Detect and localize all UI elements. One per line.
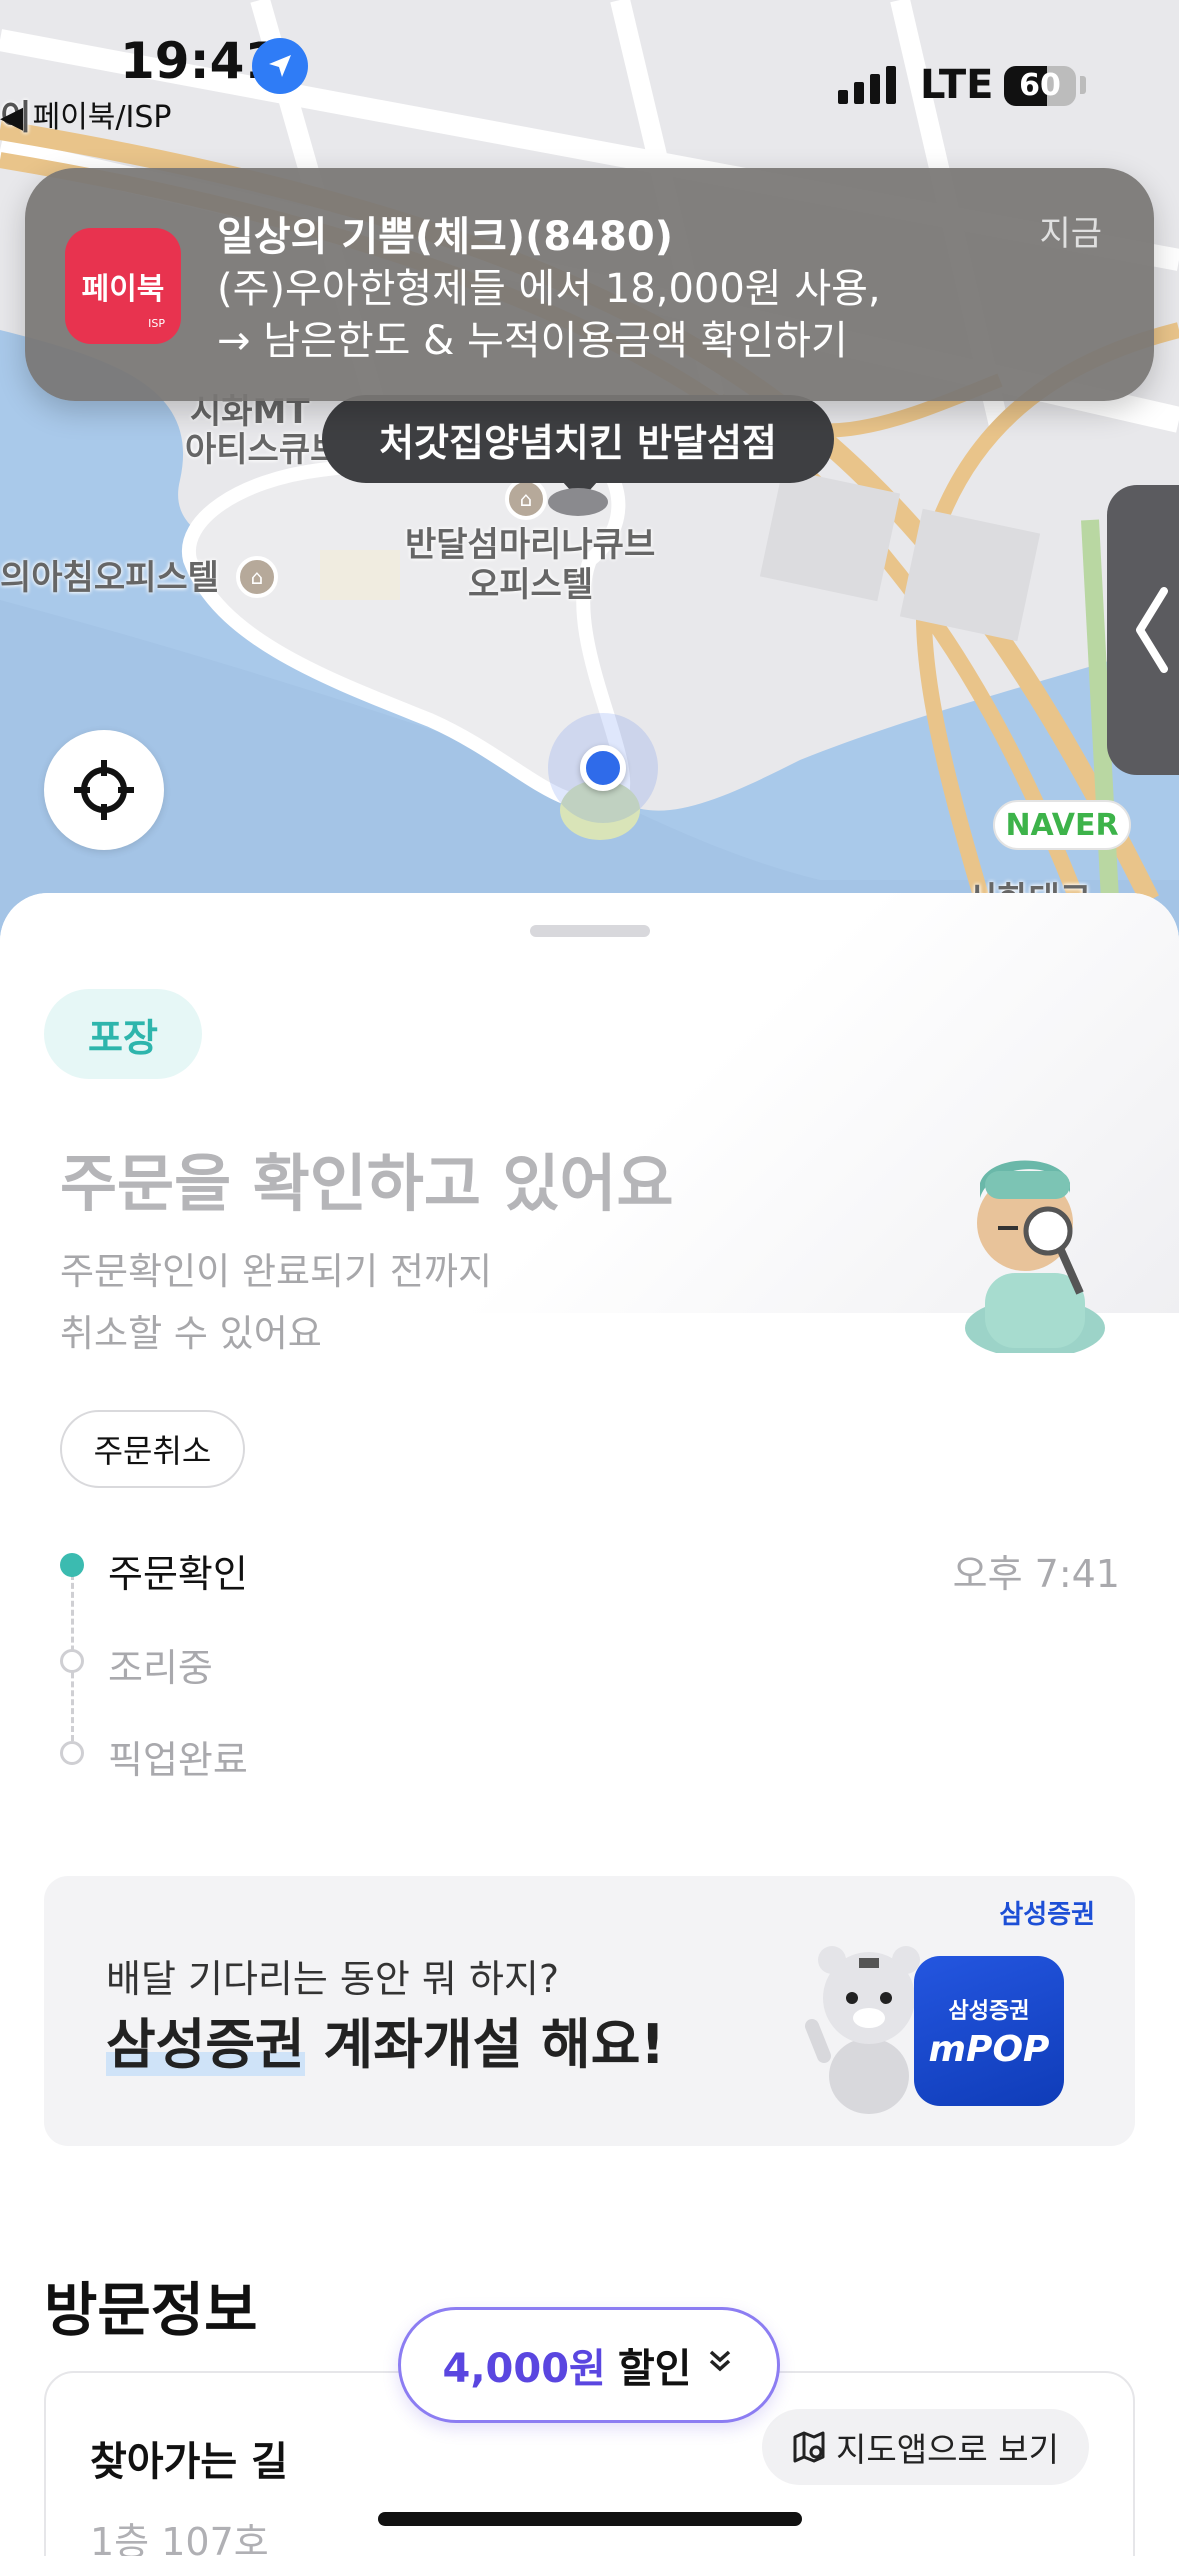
discount-coupon-button[interactable]: 4,000원 할인: [398, 2307, 780, 2423]
timeline-step-label: 픽업완료: [108, 1738, 248, 1782]
mpop-app-icon: 삼성증권 mPOP: [914, 1956, 1064, 2106]
map-label-building: 의아침오피스텔: [0, 558, 219, 598]
app-icon-logo: mPOP: [928, 2028, 1050, 2070]
battery-nub: [1080, 76, 1086, 94]
location-arrow-icon: [252, 38, 308, 94]
discount-label: 할인: [617, 2346, 692, 2392]
building-poi-icon[interactable]: ⌂: [505, 478, 547, 520]
app-icon-text: 페이북: [81, 272, 165, 307]
user-location-dot: [580, 745, 626, 791]
open-map-app-button[interactable]: 지도앱으로 보기: [761, 2409, 1089, 2485]
notification-title: 일상의 기쁨(체크)(8480): [217, 214, 673, 260]
visit-info-heading: 방문정보: [44, 2276, 258, 2344]
sheet-grabber-handle[interactable]: [530, 925, 650, 937]
paybook-app-icon: 페이북 ISP: [65, 228, 181, 344]
app-icon-subtext: ISP: [148, 317, 165, 330]
app-icon-brand: 삼성증권: [948, 1998, 1030, 2024]
step-dot-pending: [60, 1741, 84, 1765]
chef-mascot-illustration: [965, 1160, 1105, 1353]
directions-title: 찾아가는 길: [90, 2439, 288, 2485]
notification-body-line: → 남은한도 & 누적이용금액 확인하기: [217, 318, 848, 364]
timeline-step-label: 주문확인: [108, 1552, 248, 1596]
naver-map-logo: NAVER: [993, 800, 1131, 850]
order-status-description: 취소할 수 있어요: [60, 1312, 322, 1355]
map-label-building: 아티스큐브: [185, 430, 342, 470]
push-notification[interactable]: 페이북 ISP 일상의 기쁨(체크)(8480) (주)우아한형제들 에서 18…: [25, 168, 1154, 401]
notification-time: 지금: [1039, 214, 1102, 254]
map-view[interactable]: 시화MT 아티스큐브 반달섬마리나큐브 오피스텔 의아침오피스텔 시화대교 이 …: [0, 0, 1179, 960]
ad-headline: 삼성증권 계좌개설 해요!: [106, 2000, 665, 2079]
chevron-left-icon: [1136, 587, 1168, 673]
crosshair-icon: [74, 760, 134, 820]
back-to-app-link[interactable]: ◀ 페이북/ISP: [0, 92, 172, 136]
store-pin-shadow: [548, 488, 608, 516]
battery-icon: 60: [1004, 66, 1076, 106]
order-status-title: 주문을 확인하고 있어요: [60, 1147, 674, 1220]
store-marker-label[interactable]: 처갓집양념치킨 반달섬점: [322, 395, 834, 501]
cancel-order-button[interactable]: 주문취소: [60, 1410, 245, 1488]
ad-subtitle: 배달 기다리는 동안 뭐 하지?: [106, 1957, 560, 2001]
building-poi-icon[interactable]: ⌂: [236, 556, 278, 598]
step-dot-active: [60, 1553, 84, 1577]
battery-percent: 60: [1019, 68, 1061, 103]
home-indicator[interactable]: [378, 2512, 802, 2526]
floor-info: 1층 107호: [90, 2520, 269, 2556]
side-panel-tab[interactable]: [1107, 485, 1179, 775]
step-dot-pending: [60, 1649, 84, 1673]
notification-body-line: (주)우아한형제들 에서 18,000원 사용,: [217, 266, 881, 312]
timeline-step-label: 조리중: [108, 1646, 213, 1690]
samsung-securities-ad-banner[interactable]: 삼성증권 배달 기다리는 동안 뭐 하지? 삼성증권 계좌개설 해요! 삼성증권…: [44, 1876, 1135, 2146]
map-label-building: 반달섬마리나큐브: [405, 525, 656, 565]
ad-headline-rest: 계좌개설 해요!: [304, 2013, 666, 2076]
discount-amount: 4,000원: [442, 2346, 606, 2392]
open-map-app-label: 지도앱으로 보기: [835, 2430, 1059, 2469]
map-label-building: 오피스텔: [468, 565, 594, 605]
ad-headline-highlight: 삼성증권: [106, 2013, 305, 2076]
cellular-signal-icon: [838, 66, 896, 104]
order-type-tag: 포장: [44, 989, 202, 1079]
locate-me-button[interactable]: [44, 730, 164, 850]
ad-brand-label: 삼성증권: [999, 1900, 1095, 1930]
network-type: LTE: [920, 62, 994, 108]
timeline-step-time: 오후 7:41: [952, 1552, 1120, 1596]
chevron-double-down-icon: [705, 2345, 735, 2385]
map-search-icon: [793, 2431, 825, 2463]
order-status-description: 주문확인이 완료되기 전까지: [60, 1250, 493, 1293]
